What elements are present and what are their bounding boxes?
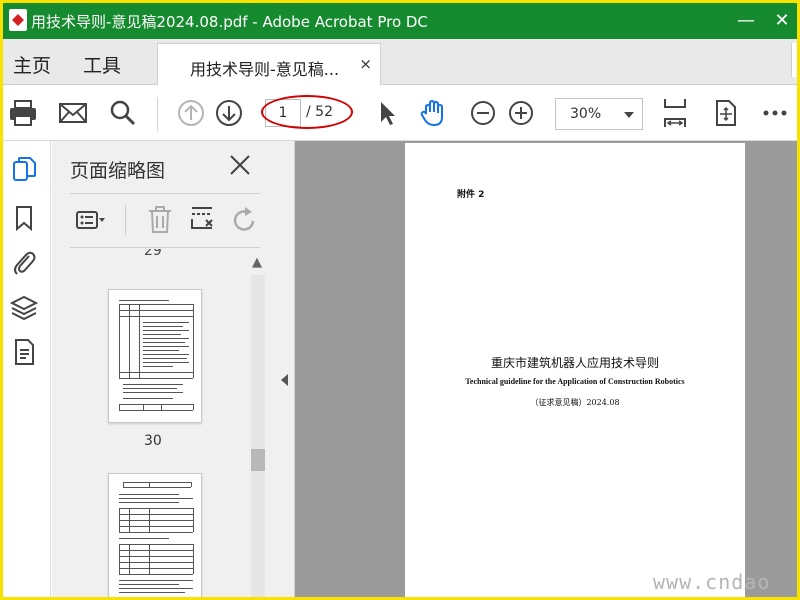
chevron-left-icon (281, 374, 288, 386)
document-title-en: Technical guideline for the Application … (465, 377, 685, 386)
previous-page-icon[interactable] (175, 97, 207, 129)
panel-title: 页面缩略图 (70, 160, 166, 182)
more-options-icon[interactable] (759, 97, 791, 129)
delete-icon[interactable] (144, 204, 176, 236)
panel-divider (70, 247, 260, 248)
window-title: 用技术导则-意见稿2024.08.pdf - Adobe Acrobat Pro… (31, 13, 428, 31)
document-tab-label: 用技术导则-意见稿... (190, 60, 340, 79)
title-bar: 用技术导则-意见稿2024.08.pdf - Adobe Acrobat Pro… (3, 3, 797, 39)
search-icon[interactable] (107, 97, 139, 129)
page-gutter (745, 143, 797, 597)
thumbnail-page-31[interactable] (108, 473, 202, 597)
insert-page-icon[interactable] (186, 204, 218, 236)
main-toolbar: 1 / 52 30% (3, 85, 797, 141)
next-page-icon[interactable] (213, 97, 245, 129)
document-page: 附件 2 重庆市建筑机器人应用技术导则 Technical guideline … (405, 143, 745, 597)
print-icon[interactable] (7, 97, 39, 129)
collapse-panel-handle[interactable] (275, 141, 295, 597)
zoom-in-icon[interactable] (505, 97, 537, 129)
page-thumbnails-icon[interactable] (9, 155, 39, 185)
tab-home[interactable]: 主页 (13, 51, 51, 78)
options-menu-icon[interactable] (74, 204, 106, 236)
attachment-label: 附件 2 (457, 190, 485, 200)
chevron-down-icon (624, 112, 634, 118)
close-panel-icon[interactable] (228, 153, 252, 177)
thumbnail-page-number: 29 (144, 249, 162, 259)
document-title-cn: 重庆市建筑机器人应用技术导则 (490, 356, 659, 370)
panel-tool-separator (125, 205, 126, 235)
tab-tools[interactable]: 工具 (83, 51, 121, 78)
hand-tool-icon[interactable] (417, 97, 449, 129)
bookmark-icon[interactable] (9, 203, 39, 233)
highlight-ellipse (261, 95, 353, 129)
minimize-button[interactable]: — (733, 8, 759, 34)
zoom-value: 30% (570, 106, 602, 122)
scroll-track (251, 275, 265, 597)
acrobat-app-icon (9, 9, 27, 31)
thumbnail-scrollbar[interactable]: ▲ (248, 253, 268, 597)
toolbar-separator (157, 97, 158, 131)
select-cursor-icon[interactable] (371, 97, 403, 129)
zoom-out-icon[interactable] (467, 97, 499, 129)
document-status: （征求意见稿）2024.08 (530, 398, 620, 407)
scroll-up-icon[interactable]: ▲ (252, 255, 262, 270)
rotate-icon[interactable] (228, 204, 260, 236)
scroll-thumb[interactable] (251, 449, 265, 471)
thumbnail-list: 29 30 (52, 249, 248, 597)
document-view[interactable]: 附件 2 重庆市建筑机器人应用技术导则 Technical guideline … (275, 141, 797, 597)
rotate-view-icon[interactable] (709, 97, 741, 129)
watermark-text: www.cndao (653, 570, 771, 594)
close-tab-button[interactable]: × (359, 55, 372, 73)
tab-document[interactable]: 用技术导则-意见稿... × (157, 43, 381, 85)
close-window-button[interactable]: ✕ (769, 8, 795, 34)
email-icon[interactable] (57, 97, 89, 129)
tab-bar: 主页 工具 用技术导则-意见稿... × (3, 39, 797, 85)
thumbnail-page-30[interactable] (108, 289, 202, 423)
navigation-rail (3, 141, 51, 597)
zoom-dropdown[interactable]: 30% (555, 98, 643, 130)
thumbnail-page-number: 30 (144, 433, 162, 449)
thumbnails-panel: 页面缩略图 29 30 ▲ (52, 141, 275, 597)
attachment-icon[interactable] (9, 247, 39, 277)
fit-width-icon[interactable] (659, 97, 691, 129)
panel-divider (70, 193, 260, 194)
tab-bar-edge (791, 43, 797, 77)
content-icon[interactable] (9, 337, 39, 367)
acrobat-window: 用技术导则-意见稿2024.08.pdf - Adobe Acrobat Pro… (3, 3, 797, 597)
layers-icon[interactable] (9, 293, 39, 323)
